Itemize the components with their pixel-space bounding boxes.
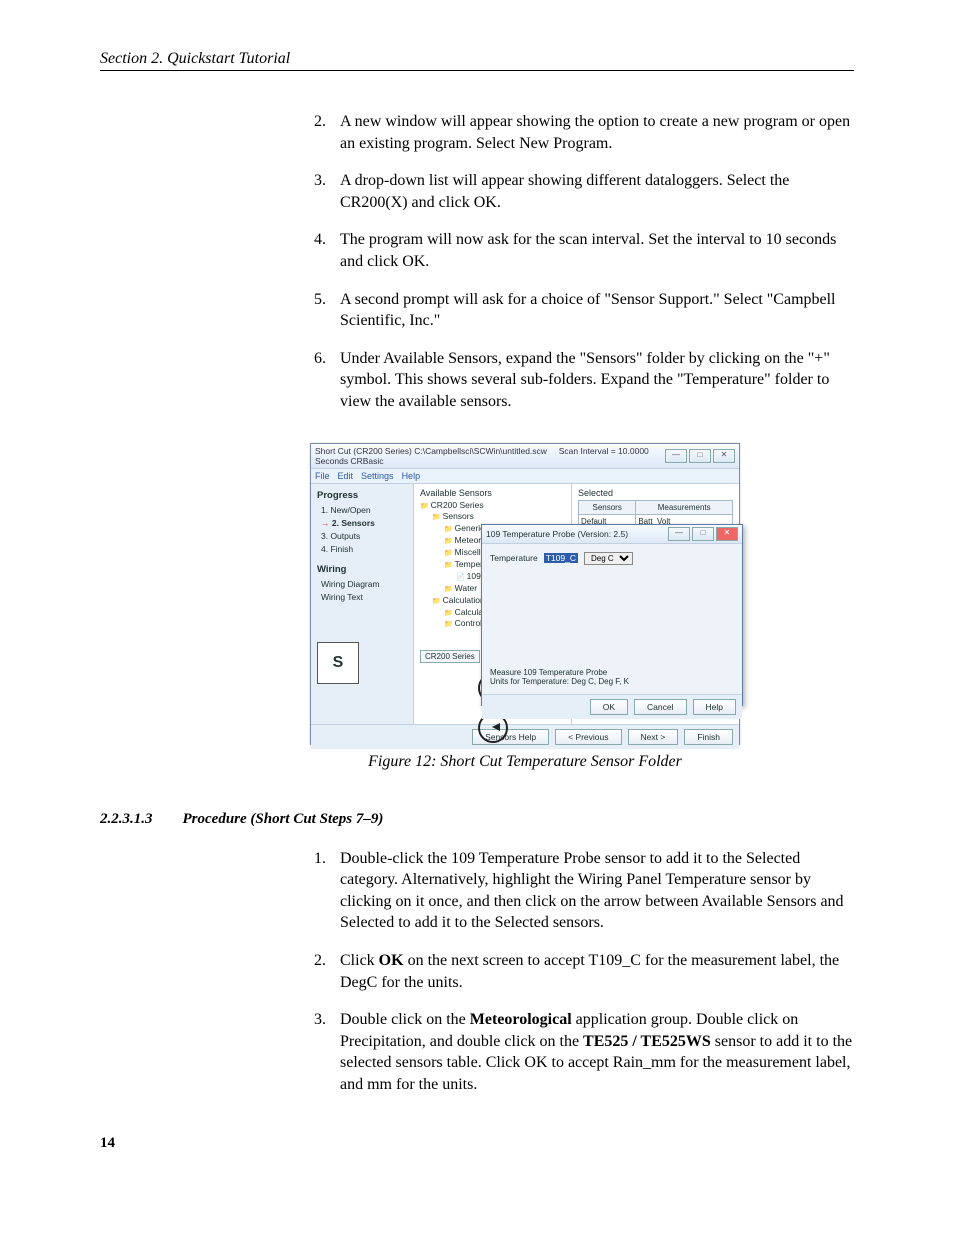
close-icon[interactable]: ✕ <box>713 449 735 463</box>
subsection-title: Procedure (Short Cut Steps 7–9) <box>183 811 384 828</box>
menu-file[interactable]: File <box>315 471 330 481</box>
dialog-title: 109 Temperature Probe (Version: 2.5) <box>486 529 628 539</box>
figure-screenshot: Short Cut (CR200 Series) C:\Campbellsci\… <box>310 443 740 771</box>
tree-sensors[interactable]: Sensors <box>432 511 565 523</box>
menu-edit[interactable]: Edit <box>338 471 354 481</box>
progress-outputs[interactable]: 3. Outputs <box>321 531 407 541</box>
dialog-help-button[interactable]: Help <box>693 699 736 715</box>
progress-finish[interactable]: 4. Finish <box>321 544 407 554</box>
step-b-1: Double-click the 109 Temperature Probe s… <box>330 848 854 934</box>
dialog-cancel-button[interactable]: Cancel <box>634 699 686 715</box>
menu-settings[interactable]: Settings <box>361 471 394 481</box>
selected-label: Selected <box>578 488 733 498</box>
dialog-close-icon[interactable]: ✕ <box>716 527 738 541</box>
tree-root[interactable]: CR200 Series <box>420 500 565 512</box>
dialog-field-value[interactable]: T109_C <box>544 553 578 563</box>
step-a-4: The program will now ask for the scan in… <box>330 229 854 272</box>
th-measurements: Measurements <box>636 500 733 514</box>
available-label: Available Sensors <box>420 488 565 498</box>
step-a-6: Under Available Sensors, expand the "Sen… <box>330 348 854 413</box>
step-a-2: A new window will appear showing the opt… <box>330 111 854 154</box>
dialog-desc-1: Measure 109 Temperature Probe <box>490 668 734 677</box>
dialog-unit-select[interactable]: Deg C <box>584 552 633 565</box>
dialog-desc-2: Units for Temperature: Deg C, Deg F, K <box>490 677 734 686</box>
subsection-number: 2.2.3.1.3 <box>100 811 153 828</box>
app-window: Short Cut (CR200 Series) C:\Campbellsci\… <box>310 443 740 745</box>
steps-list-b: Double-click the 109 Temperature Probe s… <box>330 848 854 1096</box>
progress-sensors[interactable]: 2. Sensors <box>321 518 407 528</box>
wiring-heading: Wiring <box>317 564 407 575</box>
wiring-text[interactable]: Wiring Text <box>321 592 407 602</box>
logo-icon: S <box>317 642 359 684</box>
minimize-icon[interactable]: — <box>665 449 687 463</box>
progress-panel: Progress 1. New/Open 2. Sensors 3. Outpu… <box>311 484 414 724</box>
step-b-3: Double click on the Meteorological appli… <box>330 1009 854 1095</box>
step-a-3: A drop-down list will appear showing dif… <box>330 170 854 213</box>
dialog-maximize-icon[interactable]: □ <box>692 527 714 541</box>
steps-list-a: A new window will appear showing the opt… <box>330 111 854 413</box>
figure-caption: Figure 12: Short Cut Temperature Sensor … <box>310 753 740 771</box>
progress-heading: Progress <box>317 490 407 501</box>
title-path: Short Cut (CR200 Series) C:\Campbellsci\… <box>315 446 547 456</box>
footer-bar: Sensors Help < Previous Next > Finish <box>311 724 739 749</box>
cr200-button[interactable]: CR200 Series <box>420 650 480 663</box>
finish-button[interactable]: Finish <box>684 729 733 745</box>
menu-bar: File Edit Settings Help <box>311 469 739 484</box>
step-b-2: Click OK on the next screen to accept T1… <box>330 950 854 993</box>
page-number: 14 <box>100 1135 854 1152</box>
main-titlebar: Short Cut (CR200 Series) C:\Campbellsci\… <box>311 444 739 469</box>
step-a-5: A second prompt will ask for a choice of… <box>330 289 854 332</box>
temperature-dialog: 109 Temperature Probe (Version: 2.5) — □… <box>481 524 743 706</box>
subsection-heading: 2.2.3.1.3 Procedure (Short Cut Steps 7–9… <box>100 811 854 828</box>
menu-help[interactable]: Help <box>402 471 421 481</box>
progress-new-open[interactable]: 1. New/Open <box>321 505 407 515</box>
th-sensors: Sensors <box>579 500 636 514</box>
section-header: Section 2. Quickstart Tutorial <box>100 50 854 71</box>
wiring-diagram[interactable]: Wiring Diagram <box>321 579 407 589</box>
dialog-minimize-icon[interactable]: — <box>668 527 690 541</box>
maximize-icon[interactable]: □ <box>689 449 711 463</box>
next-button[interactable]: Next > <box>628 729 679 745</box>
dialog-field-label: Temperature <box>490 553 538 563</box>
previous-button[interactable]: < Previous <box>555 729 621 745</box>
dialog-ok-button[interactable]: OK <box>590 699 628 715</box>
